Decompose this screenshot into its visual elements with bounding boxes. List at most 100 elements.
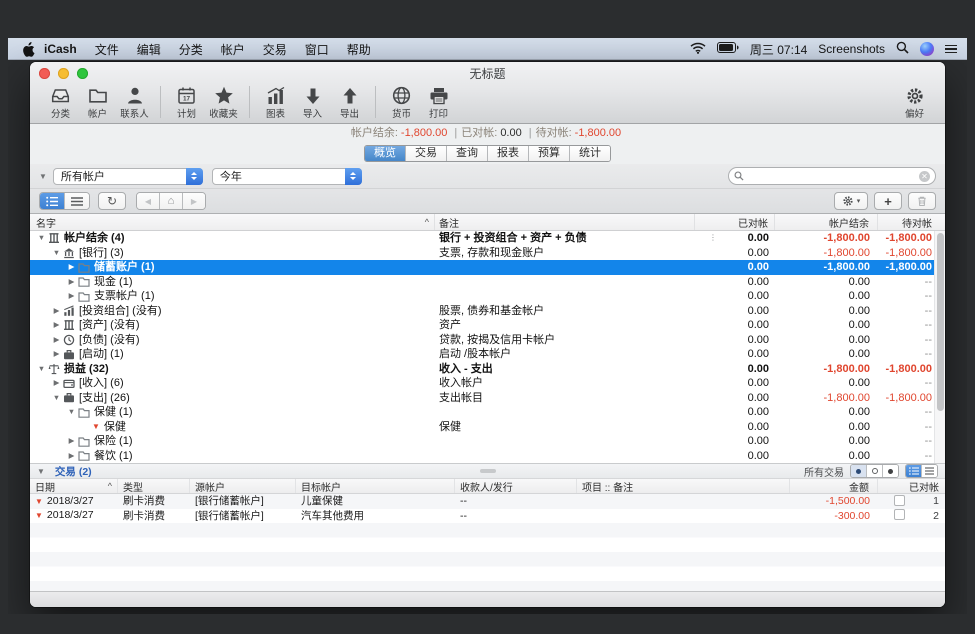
account-row[interactable]: ▶保险 (1)0.000.00--: [30, 434, 945, 449]
splitter-handle[interactable]: [480, 469, 496, 473]
delete-account-button[interactable]: [908, 192, 936, 210]
detail-list-view-button[interactable]: [906, 465, 922, 477]
zoom-button[interactable]: [77, 68, 88, 79]
menu-clock[interactable]: 周三 07:14: [750, 41, 807, 58]
toolbar-item-preferences[interactable]: 偏好: [896, 85, 933, 120]
column-header-name[interactable]: 名字 ^: [30, 214, 435, 230]
tab-item[interactable]: 统计: [570, 146, 610, 161]
flat-view-button[interactable]: [65, 193, 89, 209]
toolbar-item[interactable]: 分类: [42, 85, 79, 120]
column-header-item-note[interactable]: 项目 :: 备注: [577, 479, 790, 493]
toolbar-item[interactable]: 17计划: [168, 85, 205, 120]
search-field[interactable]: ✕: [728, 167, 936, 185]
menu-item[interactable]: 交易: [263, 41, 287, 58]
notification-center-icon[interactable]: [945, 45, 957, 54]
forward-button[interactable]: ▶: [183, 193, 205, 209]
toolbar-item[interactable]: 帐户: [79, 85, 116, 120]
menu-item[interactable]: 文件: [95, 41, 119, 58]
disclosure-closed-icon[interactable]: ▶: [66, 275, 77, 290]
close-button[interactable]: [39, 68, 50, 79]
account-row[interactable]: ▶现金 (1)0.000.00--: [30, 275, 945, 290]
filter-uncleared-button[interactable]: [867, 465, 883, 477]
column-header-date[interactable]: 日期 ^: [30, 479, 118, 493]
period-filter-select[interactable]: 今年: [212, 168, 362, 185]
toolbar-item[interactable]: 导入: [294, 85, 331, 120]
account-row[interactable]: ▶[负债] (没有)贷款, 按揭及信用卡帐户0.000.00--: [30, 333, 945, 348]
disclosure-closed-icon[interactable]: ▶: [51, 333, 62, 348]
disclosure-closed-icon[interactable]: ▶: [66, 260, 77, 275]
column-header-payee[interactable]: 收款人/发行: [455, 479, 577, 493]
cleared-checkbox[interactable]: [894, 509, 905, 520]
plain-list-view-button[interactable]: [922, 465, 937, 477]
minimize-button[interactable]: [58, 68, 69, 79]
menu-item[interactable]: 帮助: [347, 41, 371, 58]
refresh-button[interactable]: ↻: [98, 192, 126, 210]
toolbar-item[interactable]: 打印: [420, 85, 457, 120]
tab-item[interactable]: 预算: [529, 146, 570, 161]
tab-active[interactable]: 概览: [365, 146, 406, 161]
collapse-triangle-icon[interactable]: ▼: [37, 467, 45, 476]
scrollbar-thumb[interactable]: [937, 233, 944, 411]
column-resize-grip[interactable]: ⋮: [709, 233, 717, 243]
add-account-button[interactable]: +: [874, 192, 902, 210]
disclosure-open-icon[interactable]: ▼: [51, 246, 62, 261]
outline-view-button[interactable]: [40, 193, 65, 209]
disclosure-closed-icon[interactable]: ▶: [51, 318, 62, 333]
apple-menu-icon[interactable]: [22, 42, 36, 57]
column-header-balance[interactable]: 帐户结余: [775, 214, 878, 230]
account-row[interactable]: ▼[支出] (26)支出帐目0.00-1,800.00-1,800.00: [30, 391, 945, 406]
account-row[interactable]: ▶储蓄账户 (1)0.00-1,800.00-1,800.00: [30, 260, 945, 275]
column-header-cleared[interactable]: 已对帐: [695, 214, 775, 230]
account-row[interactable]: ▶[启动] (1)启动 /股本帐户0.000.00--: [30, 347, 945, 362]
menu-item[interactable]: 窗口: [305, 41, 329, 58]
toolbar-item[interactable]: 货币: [383, 85, 420, 120]
filter-cleared-button[interactable]: [883, 465, 898, 477]
back-button[interactable]: ◀: [137, 193, 160, 209]
column-header-amount[interactable]: 金额: [790, 479, 878, 493]
disclosure-open-icon[interactable]: ▼: [51, 391, 62, 406]
column-header-target[interactable]: 目标帐户: [296, 479, 455, 493]
disclosure-closed-icon[interactable]: ▶: [66, 434, 77, 449]
search-input[interactable]: [747, 169, 919, 183]
menu-item[interactable]: 帐户: [221, 41, 245, 58]
account-row[interactable]: ▼[银行] (3)支票, 存款和现金账户0.00-1,800.00-1,800.…: [30, 246, 945, 261]
account-row[interactable]: ▼损益 (32)收入 - 支出0.00-1,800.00-1,800.00: [30, 362, 945, 377]
disclosure-closed-icon[interactable]: ▶: [51, 304, 62, 319]
disclosure-closed-icon[interactable]: ▶: [51, 347, 62, 362]
column-header-pending[interactable]: 待对帐: [878, 214, 945, 230]
disclosure-open-icon[interactable]: ▼: [36, 362, 47, 377]
menu-active-app[interactable]: Screenshots: [818, 42, 885, 56]
disclosure-open-icon[interactable]: ▼: [36, 231, 47, 246]
toolbar-item[interactable]: 联系人: [116, 85, 153, 120]
menu-item[interactable]: 编辑: [137, 41, 161, 58]
account-row[interactable]: ▼保健保健0.000.00--: [30, 420, 945, 435]
disclosure-closed-icon[interactable]: ▶: [66, 449, 77, 464]
transaction-row[interactable]: ▼2018/3/27刷卡消费[银行储蓄帐户]儿童保健---1,500.001: [30, 494, 945, 509]
battery-icon[interactable]: [717, 42, 739, 56]
transaction-row[interactable]: ▼2018/3/27刷卡消费[银行储蓄帐户]汽车其他费用---300.002: [30, 509, 945, 524]
account-row[interactable]: ▼帐户结余 (4)银行 + 投资组合 + 资产 + 负债0.00-1,800.0…: [30, 231, 945, 246]
siri-icon[interactable]: [920, 42, 934, 56]
collapse-triangle-icon[interactable]: ▼: [39, 172, 47, 181]
account-row[interactable]: ▶[投资组合] (没有)股票, 债券和基金帐户0.000.00--: [30, 304, 945, 319]
title-bar[interactable]: 无标题: [30, 62, 945, 84]
column-header-cleared[interactable]: 已对帐: [878, 479, 945, 493]
menu-item[interactable]: iCash: [44, 42, 77, 56]
column-header-source[interactable]: 源帐户: [190, 479, 296, 493]
account-row[interactable]: ▶餐饮 (1)0.000.00--: [30, 449, 945, 464]
filter-all-button[interactable]: [851, 465, 867, 477]
disclosure-closed-icon[interactable]: ▶: [66, 289, 77, 304]
home-button[interactable]: ⌂: [160, 193, 183, 209]
account-row[interactable]: ▶[收入] (6)收入帐户0.000.00--: [30, 376, 945, 391]
tab-item[interactable]: 交易: [406, 146, 447, 161]
account-row[interactable]: ▶[资产] (没有)资产0.000.00--: [30, 318, 945, 333]
spotlight-search-icon[interactable]: [896, 41, 909, 57]
account-row[interactable]: ▼保健 (1)0.000.00--: [30, 405, 945, 420]
clear-search-icon[interactable]: ✕: [919, 171, 930, 182]
column-header-note[interactable]: 备注: [435, 214, 695, 230]
disclosure-closed-icon[interactable]: ▶: [51, 376, 62, 391]
vertical-scrollbar[interactable]: [934, 231, 945, 463]
cleared-checkbox[interactable]: [894, 495, 905, 506]
toolbar-item[interactable]: 导出: [331, 85, 368, 120]
wifi-icon[interactable]: [690, 42, 706, 57]
